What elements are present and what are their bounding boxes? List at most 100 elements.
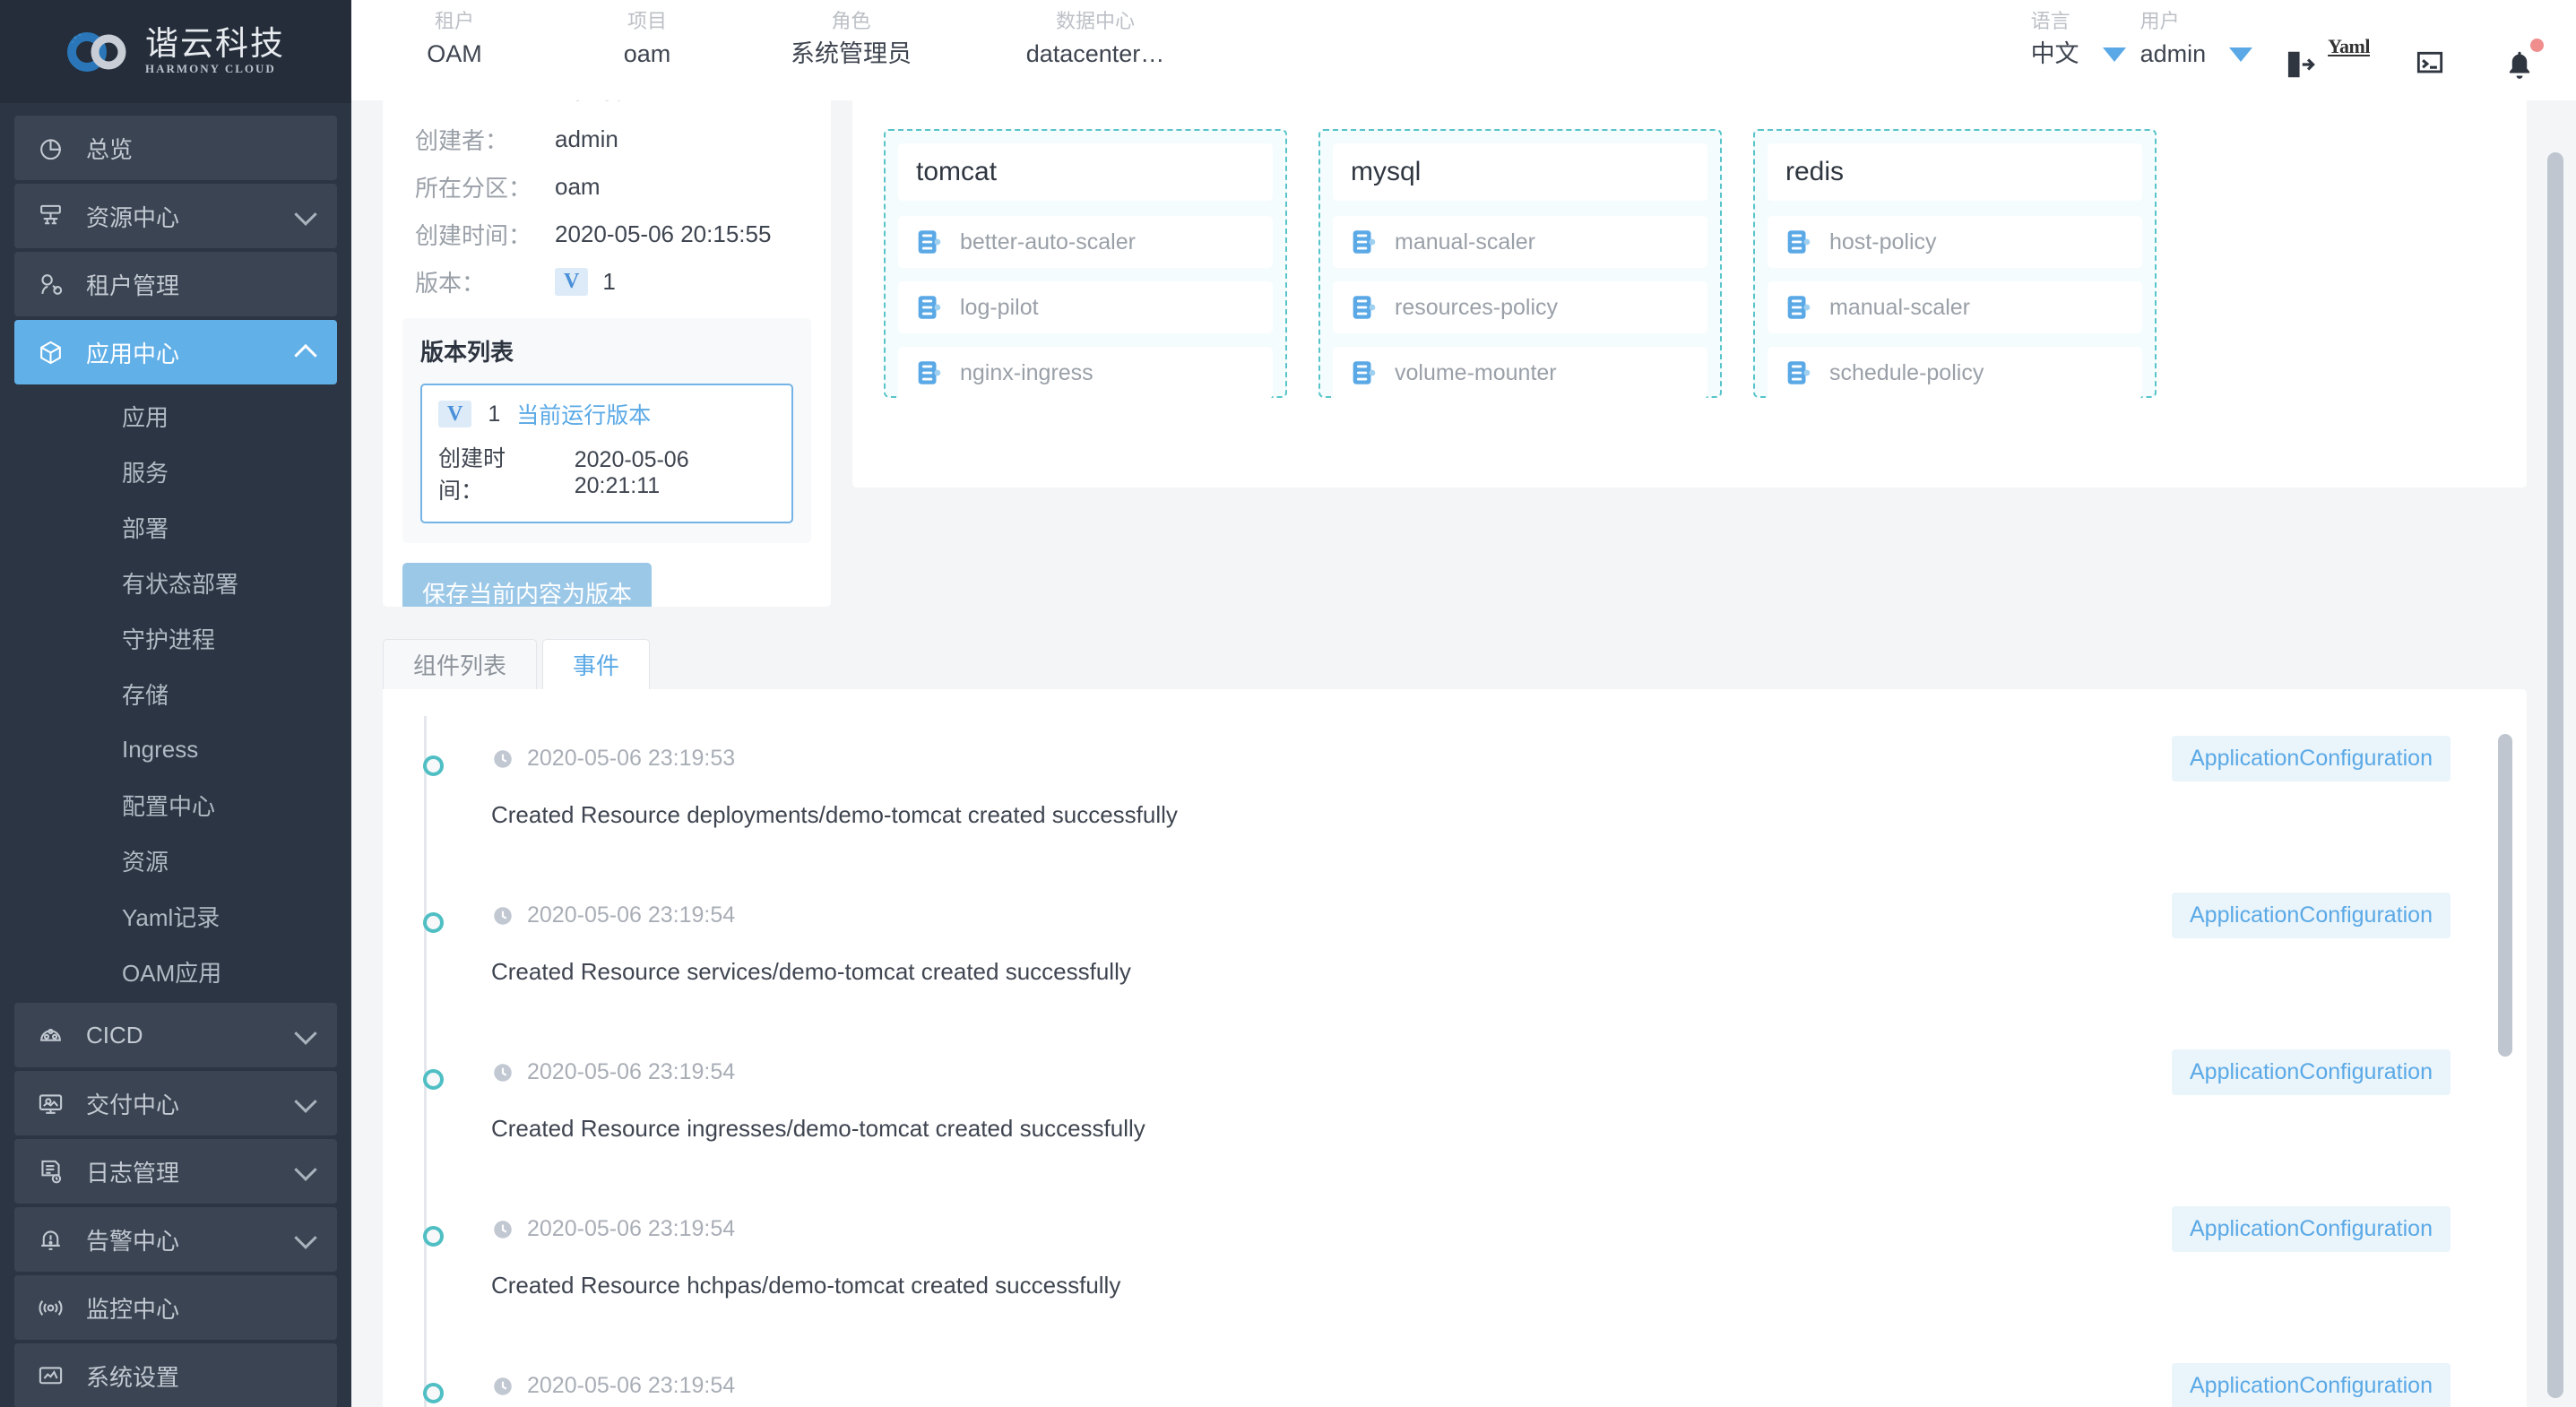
event-kind-badge[interactable]: ApplicationConfiguration (2171, 1049, 2451, 1095)
events-scrollbar[interactable] (2498, 734, 2512, 1057)
sidebar-subitem-daemonset[interactable]: 守护进程 (0, 610, 351, 666)
trait-item[interactable]: resources-policy (1333, 281, 1707, 333)
component-card-redis[interactable]: redis host-policy manual-scaler schedule… (1753, 129, 2157, 399)
terminal-button[interactable] (2400, 35, 2459, 94)
trait-icon (1353, 230, 1376, 254)
sidebar-item-log-management[interactable]: 日志管理 (14, 1139, 337, 1204)
context-role[interactable]: 角色 系统管理员 (737, 6, 965, 73)
event-item[interactable]: 2020-05-06 23:19:54 ApplicationConfigura… (417, 1030, 2518, 1166)
sidebar-subitem-application[interactable]: 应用 (0, 388, 351, 444)
chevron-down-icon[interactable] (2102, 47, 2126, 62)
trait-name: resources-policy (1395, 294, 1559, 320)
event-message: Created Resource hchpas/demo-tomcat crea… (491, 1272, 1121, 1299)
trait-item[interactable]: log-pilot (898, 281, 1273, 333)
sidebar-item-label: 系统设置 (86, 1363, 180, 1391)
sidebar-subitem-deployment[interactable]: 部署 (0, 499, 351, 555)
sidebar-subitem-yaml-record[interactable]: Yaml记录 (0, 888, 351, 944)
event-kind-badge[interactable]: ApplicationConfiguration (2171, 736, 2451, 781)
tab-events[interactable]: 事件 (542, 639, 651, 689)
sidebar-subitem-label: Yaml记录 (122, 903, 220, 931)
event-card: 2020-05-06 23:19:54 ApplicationConfigura… (469, 1343, 2473, 1407)
trait-icon (918, 361, 941, 384)
context-project[interactable]: 项目 oam (558, 6, 737, 73)
field-label: 创建者： (415, 127, 509, 154)
trait-icon (918, 296, 941, 319)
field-creator: 创建者： admin (402, 116, 811, 163)
sidebar-item-application-center[interactable]: 应用中心 (14, 320, 337, 384)
notification-button[interactable] (2490, 35, 2549, 94)
event-kind-badge[interactable]: ApplicationConfiguration (2171, 893, 2451, 938)
save-as-version-button[interactable]: 保存当前内容为版本 (402, 563, 653, 607)
server-icon (14, 203, 86, 230)
delivery-icon (14, 1090, 86, 1118)
brand-name-cn: 谐云科技 (145, 25, 285, 63)
field-value: oam (555, 173, 601, 200)
sidebar-item-overview[interactable]: 总览 (14, 116, 337, 180)
version-list-title: 版本列表 (420, 339, 514, 366)
event-time: 2020-05-06 23:19:54 (491, 1059, 735, 1085)
logout-button[interactable] (2269, 35, 2328, 94)
sidebar-subitem-config-center[interactable]: 配置中心 (0, 777, 351, 833)
trait-item[interactable]: host-policy (1768, 216, 2142, 268)
page-scrollbar[interactable] (2547, 152, 2563, 1398)
trait-name: log-pilot (960, 294, 1039, 320)
sidebar-item-cicd[interactable]: CICD (14, 1003, 337, 1067)
sidebar-item-monitor-center[interactable]: 监控中心 (14, 1275, 337, 1340)
user-selector[interactable]: 用户 admin (2140, 6, 2253, 73)
field-partition: 所在分区： oam (402, 163, 811, 211)
event-header: 2020-05-06 23:19:54 ApplicationConfigura… (491, 1363, 2451, 1407)
sidebar-item-tenant-management[interactable]: 租户管理 (14, 252, 337, 316)
sidebar-subitem-service[interactable]: 服务 (0, 444, 351, 499)
notification-bell-icon (2509, 51, 2530, 79)
event-card: 2020-05-06 23:19:54 ApplicationConfigura… (469, 873, 2473, 1009)
context-role-label: 角色 (831, 10, 871, 32)
language-value: 中文 (2030, 40, 2079, 67)
sidebar-subitem-oam-application[interactable]: OAM应用 (0, 944, 351, 999)
trait-item[interactable]: nginx-ingress (898, 347, 1273, 399)
component-card-tomcat[interactable]: tomcat better-auto-scaler log-pilot ngin… (884, 129, 1287, 399)
trait-name: better-auto-scaler (960, 229, 1136, 255)
field-label: 创建时间： (415, 222, 532, 249)
event-kind-badge[interactable]: ApplicationConfiguration (2171, 1363, 2451, 1407)
sidebar-subitem-resource[interactable]: 资源 (0, 833, 351, 888)
trait-item[interactable]: manual-scaler (1333, 216, 1707, 268)
version-number: 1 (488, 401, 501, 427)
component-card-mysql[interactable]: mysql manual-scaler resources-policy vol… (1318, 129, 1722, 399)
brand-logo[interactable]: 谐云科技 HARMONY CLOUD (0, 0, 351, 103)
yaml-link[interactable]: Yaml (2328, 35, 2370, 58)
chevron-down-icon[interactable] (2229, 47, 2253, 62)
sidebar-item-system-settings[interactable]: 系统设置 (14, 1343, 337, 1407)
clock-icon (494, 906, 512, 925)
field-create-time: 创建时间： 2020-05-06 20:15:55 (402, 211, 811, 258)
sidebar-item-delivery-center[interactable]: 交付中心 (14, 1071, 337, 1135)
tab-component-list[interactable]: 组件列表 (383, 639, 538, 689)
context-datacenter[interactable]: 数据中心 datacenter… (965, 6, 1225, 73)
context-tenant[interactable]: 租户 OAM (351, 6, 558, 73)
chevron-down-icon (294, 1022, 317, 1045)
sidebar-subitem-storage[interactable]: 存储 (0, 666, 351, 721)
event-item[interactable]: 2020-05-06 23:19:54 ApplicationConfigura… (417, 1343, 2518, 1407)
trait-icon (1353, 296, 1376, 319)
event-item[interactable]: 2020-05-06 23:19:53 ApplicationConfigura… (417, 716, 2518, 852)
trait-item[interactable]: volume-mounter (1333, 347, 1707, 399)
sidebar-item-resource-center[interactable]: 资源中心 (14, 184, 337, 248)
sidebar-item-alert-center[interactable]: 告警中心 (14, 1207, 337, 1272)
event-message: Created Resource deployments/demo-tomcat… (491, 801, 1178, 828)
event-item[interactable]: 2020-05-06 23:19:54 ApplicationConfigura… (417, 1187, 2518, 1323)
cube-icon (14, 339, 86, 367)
version-list-item[interactable]: V 1 当前运行版本 创建时间： 2020-05-06 20:21:11 (420, 384, 793, 523)
trait-item[interactable]: better-auto-scaler (898, 216, 1273, 268)
event-card: 2020-05-06 23:19:53 ApplicationConfigura… (469, 716, 2473, 852)
chevron-down-icon (294, 1158, 317, 1181)
sidebar-subitem-statefulset[interactable]: 有状态部署 (0, 555, 351, 610)
trait-item[interactable]: manual-scaler (1768, 281, 2142, 333)
sidebar-subitem-label: 有状态部署 (122, 570, 239, 598)
trait-item[interactable]: schedule-policy (1768, 347, 2142, 399)
sidebar-item-label: 交付中心 (86, 1091, 180, 1118)
sidebar-subitem-ingress[interactable]: Ingress (0, 721, 351, 777)
language-selector[interactable]: 语言 中文 (2031, 6, 2126, 73)
bell-alert-icon (14, 1226, 86, 1254)
event-time-text: 2020-05-06 23:19:53 (527, 746, 736, 771)
event-item[interactable]: 2020-05-06 23:19:54 ApplicationConfigura… (417, 873, 2518, 1009)
event-kind-badge[interactable]: ApplicationConfiguration (2171, 1206, 2451, 1252)
